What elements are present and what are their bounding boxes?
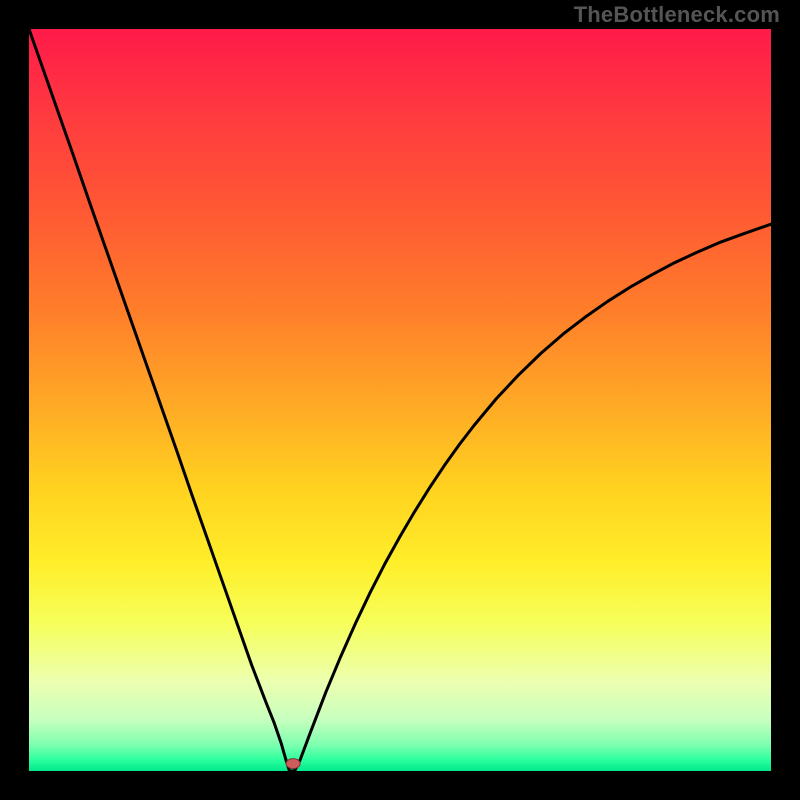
optimal-marker: [286, 759, 300, 769]
plot-area: [29, 29, 771, 771]
chart-frame: TheBottleneck.com: [0, 0, 800, 800]
bottleneck-chart: [0, 0, 800, 800]
